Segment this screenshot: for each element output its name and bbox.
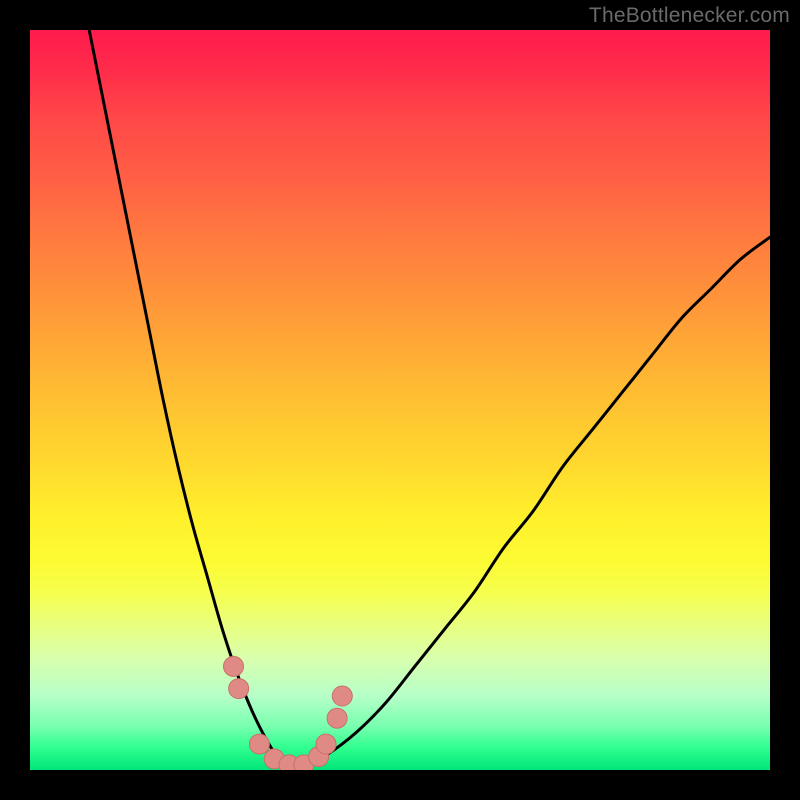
outer-frame: TheBottlenecker.com <box>0 0 800 800</box>
highlight-marker <box>316 734 336 754</box>
highlight-marker <box>327 708 347 728</box>
curve-left-branch <box>89 30 296 770</box>
highlight-marker <box>224 656 244 676</box>
highlight-marker <box>229 679 249 699</box>
bottleneck-curve <box>89 30 770 770</box>
plot-area <box>30 30 770 770</box>
highlight-marker <box>249 734 269 754</box>
watermark-text: TheBottlenecker.com <box>589 4 790 28</box>
highlight-markers <box>224 656 353 770</box>
curve-layer <box>30 30 770 770</box>
curve-right-branch <box>296 237 770 770</box>
highlight-marker <box>332 686 352 706</box>
